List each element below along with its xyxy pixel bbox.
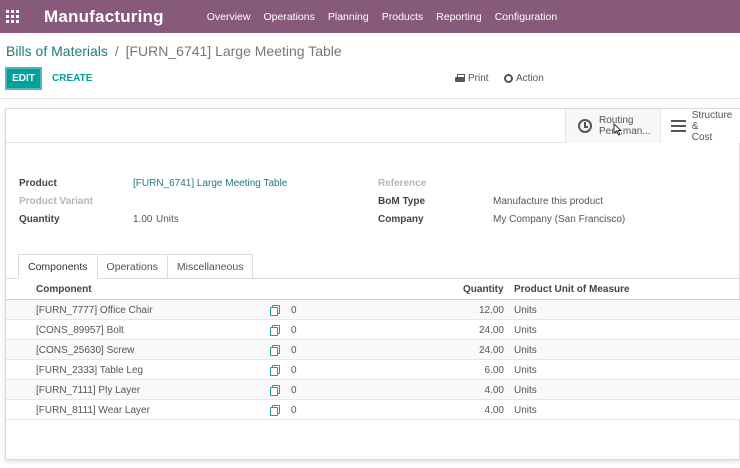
reference-label: Reference — [378, 178, 427, 189]
row-quantity: 4.00 — [484, 385, 504, 396]
row-count: 0 — [291, 385, 297, 396]
bars-icon — [671, 120, 686, 132]
menu-item-configuration[interactable]: Configuration — [495, 11, 557, 23]
row-count: 0 — [291, 345, 297, 356]
row-uom: Units — [514, 405, 537, 416]
cursor-icon — [613, 123, 622, 136]
row-quantity: 4.00 — [484, 405, 504, 416]
table-row[interactable]: [CONS_89957] Bolt 0 24.00 Units — [6, 320, 740, 340]
column-header-uom[interactable]: Product Unit of Measure — [514, 284, 630, 295]
structure-cost-button[interactable]: Structure & Cost — [660, 109, 740, 143]
row-quantity: 6.00 — [484, 365, 504, 376]
row-uom: Units — [514, 385, 537, 396]
table-row[interactable]: [FURN_8111] Wear Layer 0 4.00 Units — [6, 400, 740, 420]
printer-icon — [455, 74, 465, 83]
quantity-uom: Units — [156, 214, 179, 225]
column-header-component[interactable]: Component — [36, 284, 92, 295]
print-dropdown[interactable]: Print — [455, 73, 489, 84]
row-quantity: 24.00 — [478, 325, 504, 336]
copy-icon[interactable] — [270, 385, 280, 396]
row-component: [FURN_2333] Table Leg — [36, 365, 144, 376]
row-component: [FURN_7111] Ply Layer — [36, 385, 141, 396]
breadcrumb-current: [FURN_6741] Large Meeting Table — [125, 43, 342, 59]
company-label: Company — [378, 214, 424, 225]
table-header: Component Quantity Product Unit of Measu… — [6, 279, 740, 300]
table-row[interactable]: [FURN_2333] Table Leg 0 6.00 Units — [6, 360, 740, 380]
copy-icon[interactable] — [270, 305, 280, 316]
action-dropdown[interactable]: Action — [504, 73, 544, 84]
row-quantity: 12.00 — [478, 305, 504, 316]
row-component: [CONS_25630] Screw — [36, 345, 135, 356]
control-panel-divider — [0, 98, 740, 99]
row-quantity: 24.00 — [478, 345, 504, 356]
menu-item-planning[interactable]: Planning — [328, 11, 369, 23]
top-navbar: Manufacturing Overview Operations Planni… — [0, 0, 740, 33]
menu-item-operations[interactable]: Operations — [263, 11, 314, 23]
clock-icon — [578, 119, 592, 133]
table-row[interactable]: [FURN_7111] Ply Layer 0 4.00 Units — [6, 380, 740, 400]
gear-icon — [504, 74, 513, 83]
table-row[interactable]: [FURN_7777] Office Chair 0 12.00 Units — [6, 300, 740, 320]
tab-components[interactable]: Components — [18, 254, 98, 279]
product-value-link[interactable]: [FURN_6741] Large Meeting Table — [133, 178, 287, 189]
breadcrumb-parent-link[interactable]: Bills of Materials — [6, 43, 108, 59]
main-menu: Overview Operations Planning Products Re… — [207, 11, 570, 23]
quantity-value: 1.00 — [133, 214, 153, 225]
action-label: Action — [516, 73, 544, 84]
menu-item-reporting[interactable]: Reporting — [436, 11, 482, 23]
breadcrumb: Bills of Materials / [FURN_6741] Large M… — [6, 43, 342, 59]
product-variant-label: Product Variant — [19, 196, 93, 207]
row-component: [CONS_89957] Bolt — [36, 325, 124, 336]
quantity-label: Quantity — [19, 214, 60, 225]
table-row[interactable]: [CONS_25630] Screw 0 24.00 Units — [6, 340, 740, 360]
routing-button-line2: Perf..man... — [599, 126, 651, 137]
structure-button-line2: Cost — [691, 131, 713, 143]
app-title[interactable]: Manufacturing — [44, 7, 164, 27]
company-value: My Company (San Francisco) — [493, 214, 626, 225]
apps-grid-icon[interactable] — [6, 9, 20, 24]
row-count: 0 — [291, 365, 297, 376]
tab-operations[interactable]: Operations — [96, 254, 168, 279]
structure-button-line1: Structure & — [691, 109, 733, 132]
bom-type-label: BoM Type — [378, 196, 426, 207]
row-uom: Units — [514, 325, 537, 336]
row-count: 0 — [291, 405, 297, 416]
edit-button[interactable]: EDIT — [5, 67, 42, 90]
tab-miscellaneous[interactable]: Miscellaneous — [166, 254, 254, 279]
copy-icon[interactable] — [270, 345, 280, 356]
smart-button-box: Routing Perf..man... Structure & Cost — [6, 109, 740, 143]
row-component: [FURN_7777] Office Chair — [36, 305, 153, 316]
bom-type-value: Manufacture this product — [493, 196, 604, 207]
breadcrumb-separator: / — [114, 43, 119, 59]
print-label: Print — [468, 73, 489, 84]
notebook-tabs: Components Operations Miscellaneous — [18, 254, 254, 279]
menu-item-overview[interactable]: Overview — [207, 11, 251, 23]
copy-icon[interactable] — [270, 405, 280, 416]
row-count: 0 — [291, 325, 297, 336]
row-uom: Units — [514, 305, 537, 316]
create-button[interactable]: CREATE — [52, 73, 92, 84]
row-uom: Units — [514, 365, 537, 376]
column-header-quantity[interactable]: Quantity — [463, 284, 504, 295]
copy-icon[interactable] — [270, 365, 280, 376]
row-uom: Units — [514, 345, 537, 356]
copy-icon[interactable] — [270, 325, 280, 336]
product-label: Product — [19, 178, 57, 189]
menu-item-products[interactable]: Products — [382, 11, 423, 23]
row-component: [FURN_8111] Wear Layer — [36, 405, 150, 416]
row-count: 0 — [291, 305, 297, 316]
